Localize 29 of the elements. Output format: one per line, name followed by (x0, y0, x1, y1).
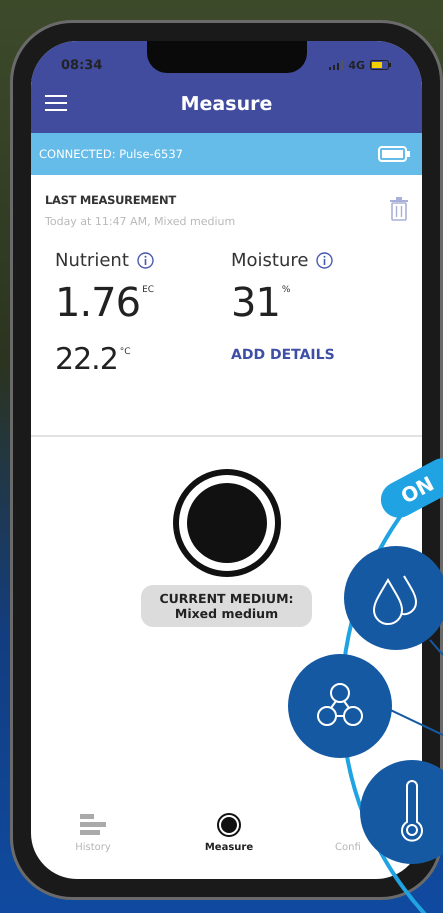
trash-icon (390, 197, 408, 221)
metric-value: 1.76 (55, 281, 140, 325)
current-medium-chip[interactable]: CURRENT MEDIUM: Mixed medium (141, 585, 312, 627)
network-type: 4G (348, 58, 365, 72)
battery-icon (370, 60, 392, 70)
menu-button[interactable] (45, 95, 67, 111)
nav-tab[interactable]: Measure (187, 812, 271, 853)
info-icon[interactable] (316, 252, 334, 269)
medium-label: CURRENT MEDIUM: (159, 591, 294, 606)
record-icon (216, 812, 242, 838)
status-time: 08:34 (61, 58, 102, 72)
screen-title: Measure (180, 93, 272, 115)
section-heading: LAST MEASUREMENT (45, 193, 178, 207)
temperature-unit: °C (120, 347, 131, 357)
battery-icon (378, 146, 410, 162)
menu-icon (45, 95, 67, 111)
metric-unit: % (282, 285, 290, 295)
add-details-link[interactable]: ADD DETAILS (231, 346, 408, 362)
metric-unit: EC (142, 285, 154, 295)
info-icon[interactable] (136, 252, 154, 269)
signal-icon (329, 60, 344, 70)
medium-value: Mixed medium (174, 606, 278, 621)
measurement-time: Today at 11:47 AM, Mixed medium (45, 215, 236, 228)
metric-label: Moisture (231, 250, 308, 271)
temperature-value: 22.2 (55, 343, 118, 376)
metric-label: Nutrient (55, 250, 129, 271)
connection-status: CONNECTED: Pulse-6537 (39, 147, 183, 161)
metric-value: 31 (231, 281, 280, 325)
bar-chart-icon (80, 812, 106, 838)
